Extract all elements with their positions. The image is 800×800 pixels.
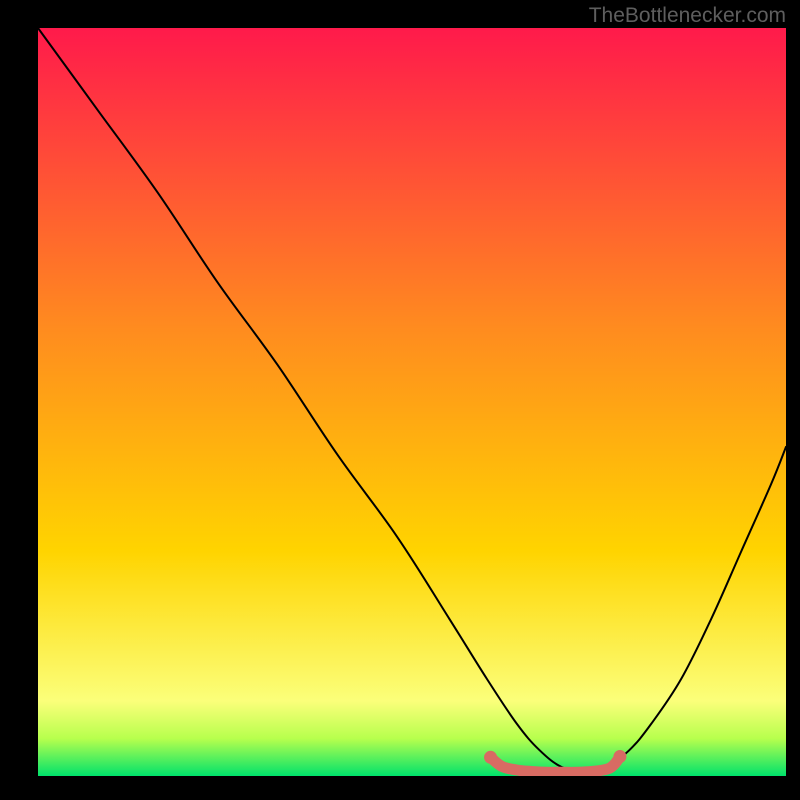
chart-frame: TheBottlenecker.com xyxy=(0,0,800,800)
plot-svg xyxy=(38,28,786,776)
bottom-marker-dot-left xyxy=(484,751,497,764)
bottom-marker-dot-right xyxy=(613,750,626,763)
plot-area xyxy=(38,28,786,776)
gradient-background xyxy=(38,28,786,776)
watermark-text: TheBottlenecker.com xyxy=(589,4,786,28)
